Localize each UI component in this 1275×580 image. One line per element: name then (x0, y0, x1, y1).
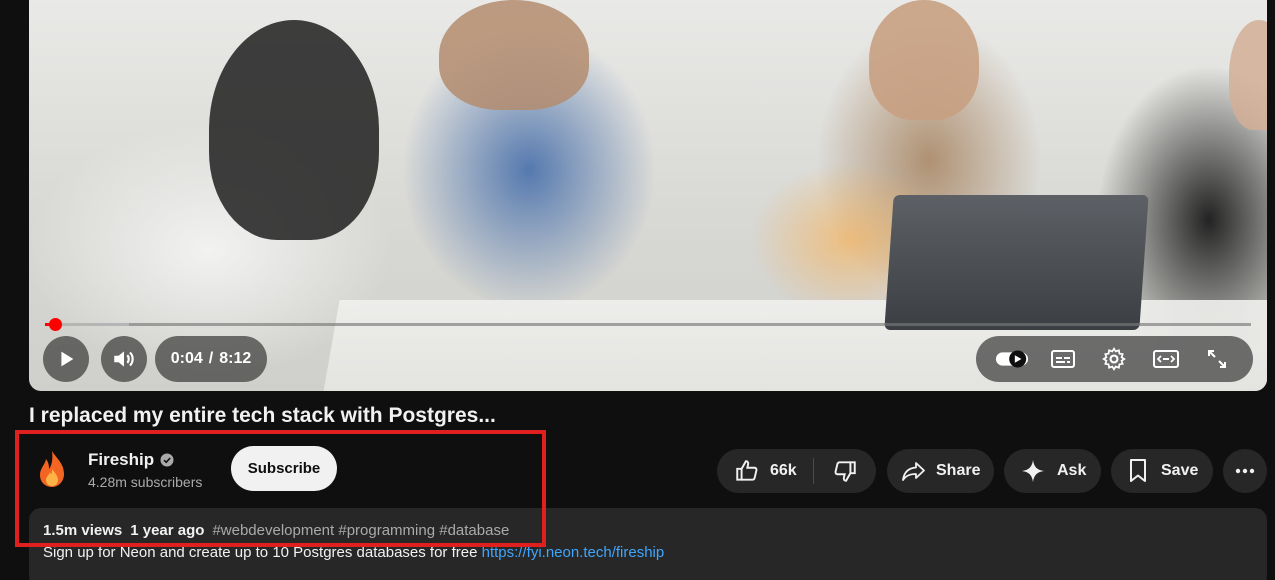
theater-mode-icon (1152, 350, 1179, 368)
duration: 8:12 (219, 350, 252, 367)
fullscreen-button[interactable] (1200, 342, 1234, 376)
time-display: 0:04 / 8:12 (155, 336, 267, 382)
like-count: 66k (770, 462, 797, 479)
video-frame-person (869, 0, 979, 120)
save-label: Save (1161, 462, 1199, 479)
more-actions-button[interactable] (1223, 449, 1267, 493)
video-frame-person (1229, 20, 1267, 130)
more-dots-icon (1235, 468, 1255, 474)
ask-label: Ask (1057, 462, 1087, 479)
play-button[interactable] (43, 336, 89, 382)
bookmark-icon (1130, 459, 1146, 482)
video-title: I replaced my entire tech stack with Pos… (29, 404, 496, 427)
captions-icon (1051, 350, 1076, 368)
autoplay-toggle[interactable] (995, 342, 1029, 376)
video-player[interactable]: 0:04 / 8:12 (29, 0, 1267, 391)
progress-scrubber[interactable] (48, 318, 62, 331)
play-icon (61, 351, 74, 367)
like-dislike-group: 66k (717, 449, 876, 493)
current-time: 0:04 (170, 350, 203, 367)
dislike-button[interactable] (814, 449, 876, 493)
sparkle-icon (1022, 460, 1044, 482)
ask-button[interactable]: Ask (1004, 449, 1101, 493)
thumbs-down-icon (834, 461, 856, 482)
volume-icon (114, 351, 134, 367)
share-button[interactable]: Share (887, 449, 994, 493)
settings-button[interactable] (1097, 342, 1131, 376)
progress-bar[interactable] (45, 318, 1251, 331)
save-button[interactable]: Save (1111, 449, 1213, 493)
theater-mode-button[interactable] (1149, 342, 1183, 376)
share-label: Share (936, 462, 981, 479)
fullscreen-icon (1208, 350, 1227, 368)
like-button[interactable]: 66k (717, 449, 813, 493)
video-frame-person (439, 0, 589, 110)
captions-button[interactable] (1046, 342, 1080, 376)
autoplay-toggle-icon (995, 350, 1028, 368)
volume-button[interactable] (101, 336, 147, 382)
gear-icon (1102, 347, 1127, 371)
highlight-annotation-box (15, 430, 546, 547)
player-right-controls (976, 336, 1253, 382)
video-frame-laptop (884, 195, 1149, 330)
thumbs-up-icon (736, 460, 758, 481)
time-separator: / (208, 350, 214, 367)
video-frame-person (209, 20, 379, 240)
share-arrow-icon (902, 462, 925, 481)
